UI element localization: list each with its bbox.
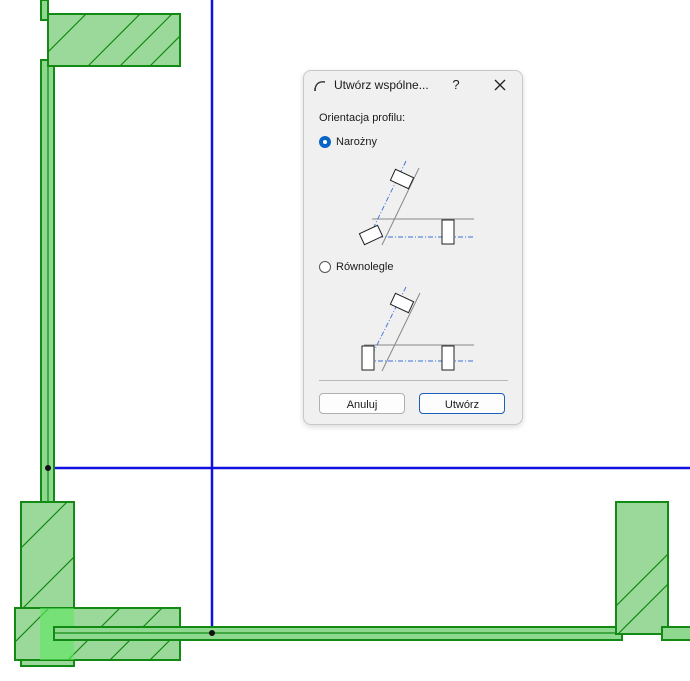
column-block[interactable] (47, 13, 202, 67)
close-icon[interactable] (492, 77, 508, 93)
dialog-titlebar[interactable]: Utwórz wspólne... ? (304, 71, 522, 101)
help-button[interactable]: ? (448, 76, 464, 94)
wall-segment[interactable] (661, 626, 690, 641)
parallel-profile-diagram (361, 286, 474, 372)
corner-profile-diagram (358, 160, 474, 246)
radio-label-parallel: Równolegle (336, 261, 394, 273)
radio-button-selected[interactable] (319, 136, 331, 148)
radio-option-corner[interactable]: Narożny (319, 134, 377, 150)
radio-label-corner: Narożny (336, 136, 377, 148)
create-joint-dialog: Utwórz wspólne... ? Orientacja profilu: … (303, 70, 523, 425)
radio-option-parallel[interactable]: Równolegle (319, 259, 393, 275)
app-icon (314, 81, 326, 92)
orientation-label: Orientacja profilu: (319, 112, 406, 124)
dialog-title: Utwórz wspólne... (334, 78, 429, 92)
create-button[interactable]: Utwórz (419, 393, 505, 414)
cancel-button[interactable]: Anuluj (319, 393, 405, 414)
radio-button[interactable] (319, 261, 331, 273)
node-point[interactable] (209, 630, 215, 636)
node-point[interactable] (45, 465, 51, 471)
wall-segment[interactable] (40, 0, 49, 21)
column-block[interactable] (615, 501, 669, 636)
dialog-divider (319, 380, 508, 381)
